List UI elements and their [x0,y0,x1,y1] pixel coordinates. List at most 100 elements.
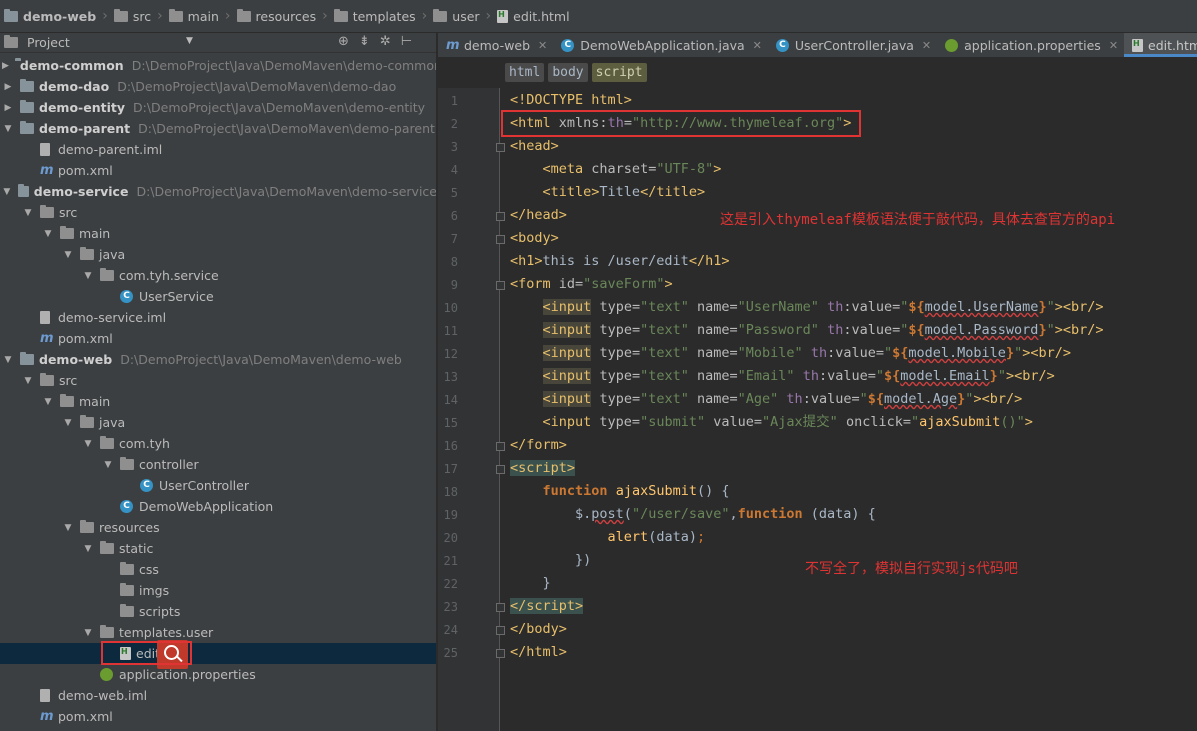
breadcrumb-src[interactable]: src [113,8,151,24]
tree-item-main[interactable]: ▼ main [0,391,436,412]
tree-item-com-tyh[interactable]: ▼ com.tyh [0,433,436,454]
collapse-all-icon[interactable]: ⇟ [359,34,370,49]
project-panel-header: Project ▼ ⊕ ⇟ ✲ ⊢ [0,33,436,53]
chevron-down-icon[interactable]: ▼ [2,355,14,365]
highlight-box-edit-html [101,641,192,665]
project-view-selector[interactable]: Project [27,35,70,50]
tag-crumb-html[interactable]: html [505,62,545,82]
tab-demo-web-application[interactable]: C DemoWebApplication.java ✕ [553,33,768,57]
tree-item-label: UserController [159,478,249,493]
tree-item-userservice[interactable]: C UserService [0,286,436,307]
chevron-right-icon[interactable]: ▶ [2,82,14,92]
module-path: D:\DemoProject\Java\DemoMaven\demo-entit… [133,100,426,115]
tag-crumb-body[interactable]: body [548,62,588,82]
chevron-down-icon[interactable]: ▼ [2,124,14,134]
close-icon[interactable]: ✕ [1109,39,1118,52]
close-icon[interactable]: ✕ [538,39,547,52]
chevron-down-icon[interactable]: ▼ [62,418,74,428]
chevron-down-icon[interactable]: ▼ [2,187,12,197]
panel-toolbar: ⊕ ⇟ ✲ ⊢ [338,34,412,49]
tree-item-css[interactable]: css [0,559,436,580]
breadcrumb-templates[interactable]: templates [333,8,416,24]
tree-item-src[interactable]: ▼ src [0,202,436,223]
spring-class-icon: C [120,500,133,513]
tree-item-pom-xml[interactable]: m pom.xml [0,706,436,727]
tree-item-com-tyh-service[interactable]: ▼ com.tyh.service [0,265,436,286]
breadcrumb-resources[interactable]: resources [236,8,316,24]
tree-item-imgs[interactable]: imgs [0,580,436,601]
tab-demo-web[interactable]: m demo-web ✕ [438,33,553,57]
tree-item-static[interactable]: ▼ static [0,538,436,559]
breadcrumb-user[interactable]: user [433,8,480,24]
chevron-down-icon[interactable]: ▼ [22,376,34,386]
tree-item-demo-service[interactable]: ▼ demo-service D:\DemoProject\Java\DemoMav… [0,181,436,202]
tree-item-src[interactable]: ▼ src [0,370,436,391]
tree-item-demo-common[interactable]: ▶ demo-common D:\DemoProject\Java\DemoMave… [0,55,436,76]
tab-edit-html[interactable]: edit.html✕ [1124,33,1197,57]
tree-item-demo-service-iml[interactable]: demo-service.iml [0,307,436,328]
tree-item-java[interactable]: ▼ java [0,412,436,433]
line-number: 22 [443,577,458,591]
chevron-down-icon[interactable]: ▼ [62,250,74,260]
tree-item-label: demo-service [33,184,129,199]
maven-icon: m [40,163,54,178]
code-editor[interactable]: <!DOCTYPE html> <html xmlns:th="http://w… [502,88,1197,731]
class-icon: C [140,479,153,492]
tree-item-label: application.properties [119,667,256,682]
breadcrumb-main[interactable]: main [168,8,219,24]
chevron-right-icon[interactable]: ▶ [2,61,9,71]
tree-item-demo-entity[interactable]: ▶ demo-entity D:\DemoProject\Java\DemoMave… [0,97,436,118]
chevron-right-icon[interactable]: ▶ [2,103,14,113]
class-icon: C [120,290,133,303]
tab-application-properties[interactable]: application.properties ✕ [937,33,1124,57]
tree-item-resources[interactable]: ▼ resources [0,517,436,538]
folder-icon [433,8,448,22]
tree-item-application-properties[interactable]: application.properties [0,664,436,685]
line-number: 6 [450,209,458,223]
tree-item-controller[interactable]: ▼ controller [0,454,436,475]
tab-user-controller[interactable]: C UserController.java ✕ [768,33,937,57]
chevron-down-icon[interactable]: ▼ [82,628,94,638]
close-icon[interactable]: ✕ [753,39,762,52]
tree-item-label: demo-service.iml [58,310,167,325]
gear-icon[interactable]: ✲ [380,34,391,49]
folder-icon [120,604,134,617]
chevron-down-icon[interactable]: ▼ [62,523,74,533]
chevron-down-icon[interactable]: ▼ [42,397,54,407]
tree-item-demo-dao[interactable]: ▶ demo-dao D:\DemoProject\Java\DemoMaven\d… [0,76,436,97]
tree-item-demo-web-iml[interactable]: demo-web.iml [0,685,436,706]
tree-item-templates-user[interactable]: ▼ templates.user [0,622,436,643]
hide-panel-icon[interactable]: ⊢ [401,34,412,49]
scroll-from-source-icon[interactable]: ⊕ [338,34,349,49]
highlight-box-xmlns [501,110,861,137]
line-number: 11 [443,324,458,338]
tree-item-demo-parent[interactable]: ▼ demo-parent D:\DemoProject\Java\DemoMave… [0,118,436,139]
tree-item-java[interactable]: ▼ java [0,244,436,265]
line-number: 14 [443,393,458,407]
tree-item-demo-parent-iml[interactable]: demo-parent.iml [0,139,436,160]
tree-item-usercontroller[interactable]: C UserController [0,475,436,496]
code-line-22: } [510,575,551,591]
chevron-down-icon[interactable]: ▼ [102,460,114,470]
chevron-down-icon[interactable]: ▼ [22,208,34,218]
code-line-17: <script> [510,460,576,476]
breadcrumb-demo-web[interactable]: demo-web [4,8,96,24]
line-number: 5 [450,186,458,200]
chevron-down-icon[interactable]: ▼ [42,229,54,239]
tree-item-pom-xml[interactable]: m pom.xml [0,160,436,181]
chevron-down-icon[interactable]: ▼ [186,36,193,46]
close-icon[interactable]: ✕ [922,39,931,52]
tree-item-scripts[interactable]: scripts [0,601,436,622]
chevron-down-icon[interactable]: ▼ [82,271,94,281]
tree-item-pom-xml[interactable]: m pom.xml [0,328,436,349]
tree-item-demowebapplication[interactable]: C DemoWebApplication [0,496,436,517]
tree-item-main[interactable]: ▼ main [0,223,436,244]
folder-icon [113,8,128,22]
chevron-down-icon[interactable]: ▼ [82,544,94,554]
breadcrumb-edit-html[interactable]: edit.html [497,9,570,24]
line-number: 15 [443,416,458,430]
tree-item-demo-web[interactable]: ▼ demo-web D:\DemoProject\Java\DemoMaven\d… [0,349,436,370]
tree-item-edit-html[interactable]: edit.html [0,643,436,664]
chevron-down-icon[interactable]: ▼ [82,439,94,449]
tag-crumb-script[interactable]: script [591,62,647,82]
